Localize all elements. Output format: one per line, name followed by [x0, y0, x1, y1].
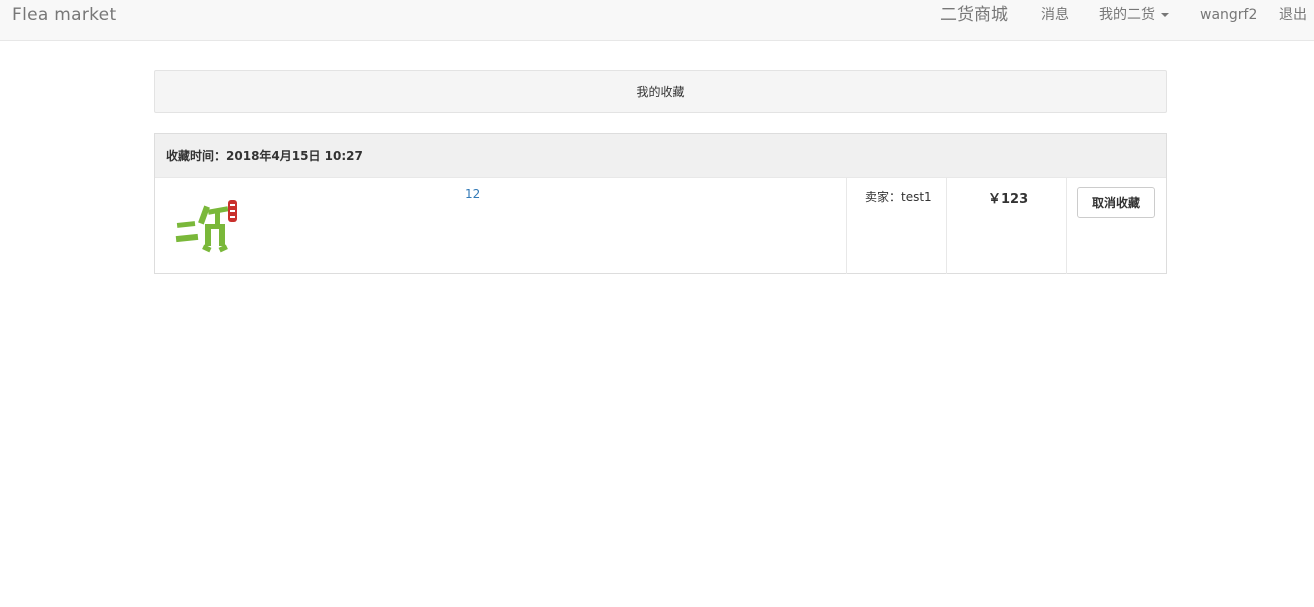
- brand-link[interactable]: Flea market: [12, 5, 116, 25]
- nav-mall-link[interactable]: 二货商城: [940, 0, 1008, 30]
- price-cell: ￥123: [946, 178, 1066, 274]
- favorite-panel: 收藏时间： 2018年4月15日 10:27 12 卖家：test1 ￥123 …: [154, 133, 1167, 274]
- favorite-time-label: 收藏时间：: [166, 149, 227, 163]
- unfavorite-button[interactable]: 取消收藏: [1077, 187, 1155, 218]
- favorite-time: 2018年4月15日 10:27: [226, 149, 363, 163]
- item-thumbnail[interactable]: [175, 198, 241, 258]
- nav-user-link[interactable]: wangrf2: [1200, 0, 1257, 30]
- page-title: 我的收藏: [154, 70, 1167, 113]
- favorite-header: 收藏时间： 2018年4月15日 10:27: [155, 134, 1166, 177]
- seller-name: 卖家：test1: [865, 190, 932, 204]
- item-title-link[interactable]: 12: [465, 187, 480, 201]
- caret-down-icon: [1161, 13, 1169, 17]
- item-price: ￥123: [988, 192, 1029, 207]
- item-cell: 12: [155, 178, 846, 274]
- ergou-logo-icon: [175, 200, 237, 253]
- nav-messages-link[interactable]: 消息: [1041, 0, 1069, 30]
- action-cell: 取消收藏: [1066, 178, 1166, 274]
- nav-mine-dropdown[interactable]: 我的二货: [1099, 0, 1169, 30]
- navbar: Flea market 二货商城 消息 我的二货 wangrf2 退出: [0, 0, 1314, 41]
- nav-logout-link[interactable]: 退出: [1279, 0, 1307, 30]
- table-row: 12 卖家：test1 ￥123 取消收藏: [155, 177, 1166, 274]
- nav-mine-label: 我的二货: [1099, 7, 1155, 23]
- seller-cell: 卖家：test1: [846, 178, 946, 274]
